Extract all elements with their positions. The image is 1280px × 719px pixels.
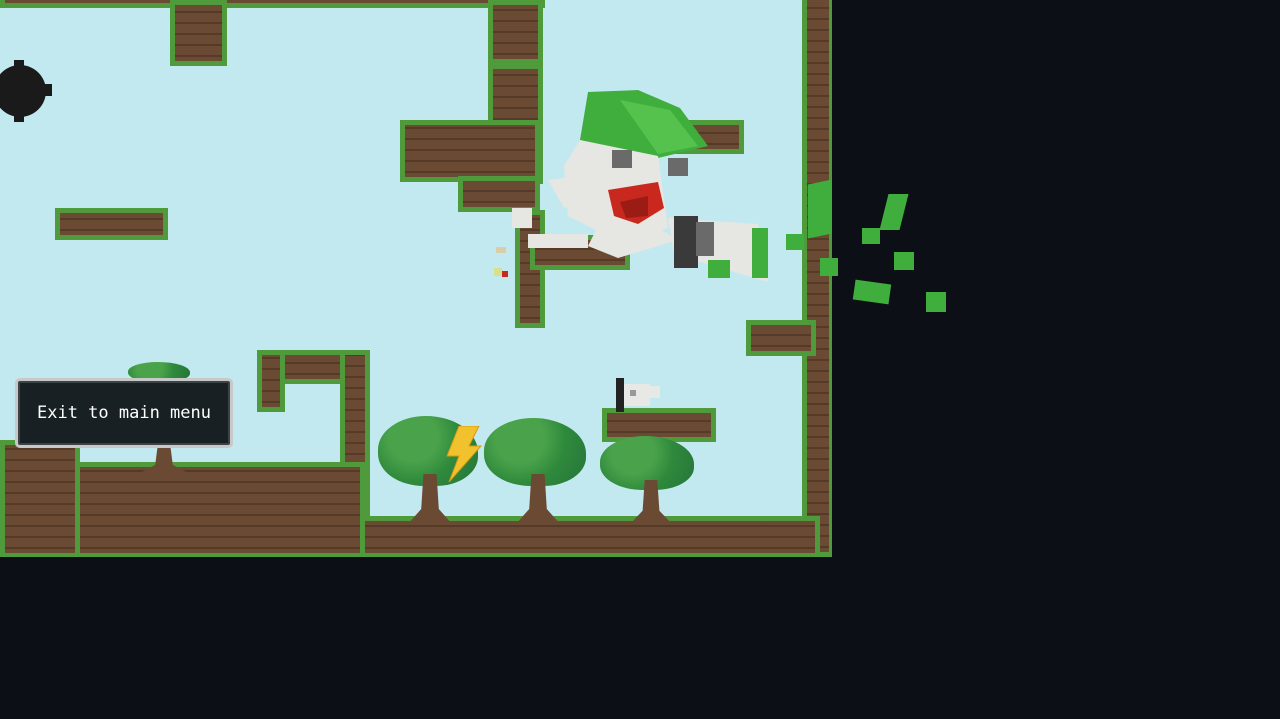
player-character (512, 90, 768, 282)
game-level-viewport (0, 0, 832, 557)
right-wall-ledge (746, 320, 816, 356)
floating-platform-left (55, 208, 168, 240)
debris-fragment (862, 228, 880, 244)
right-wall (802, 0, 832, 557)
exit-to-main-menu-button[interactable]: Exit to main menu (15, 378, 233, 448)
particle (496, 247, 506, 253)
debris-fragment (786, 234, 804, 250)
tree-2 (484, 418, 588, 524)
black-spike-ball-icon (0, 60, 52, 122)
debris-fragment (926, 292, 946, 312)
debris-fragment (808, 179, 832, 239)
debris-fragment (894, 252, 914, 270)
particle (494, 268, 502, 276)
debris-fragment (852, 279, 892, 305)
cannon-enemy (616, 378, 660, 412)
debris-fragment (879, 194, 909, 230)
lightning-bolt-icon[interactable] (443, 426, 483, 482)
ceiling-column-right (488, 0, 543, 64)
tree-3 (600, 436, 696, 524)
ceiling-ledge (0, 0, 545, 8)
ground-left-raised (75, 462, 365, 557)
hook-platform-drop (257, 350, 285, 412)
debris-fragment (820, 258, 838, 276)
ceiling-stalactite-left (170, 0, 227, 66)
ground-left-block (0, 440, 80, 557)
